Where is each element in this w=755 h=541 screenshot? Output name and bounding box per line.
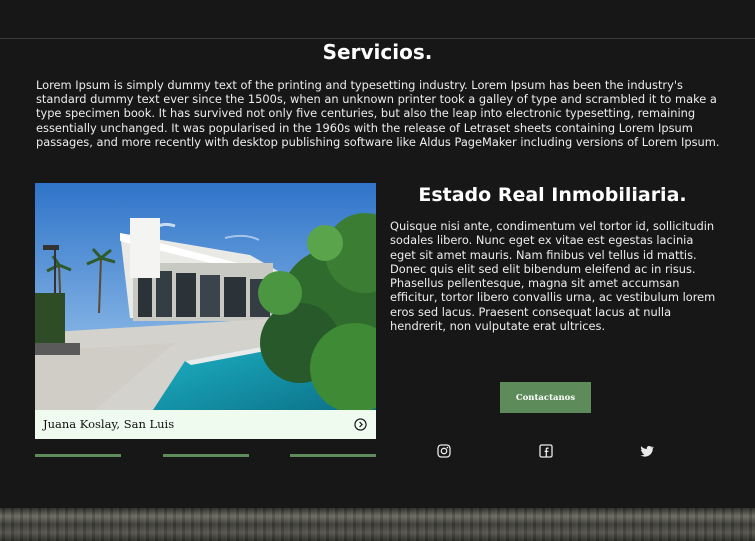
top-divider: [0, 38, 755, 39]
property-location: Juana Koslay, San Luis: [43, 417, 175, 431]
slider-indicator-1[interactable]: [35, 454, 121, 457]
slider-indicator-2[interactable]: [163, 454, 249, 457]
property-card[interactable]: Juana Koslay, San Luis: [35, 183, 376, 439]
facebook-icon[interactable]: [539, 444, 553, 458]
section-title: Servicios.: [322, 40, 433, 64]
about-title: Estado Real Inmobiliaria.: [418, 184, 687, 206]
chevron-right-circle-icon[interactable]: [354, 418, 367, 431]
footer-image-strip: [0, 508, 755, 541]
property-photo: [35, 183, 376, 410]
twitter-icon[interactable]: [640, 444, 654, 458]
instagram-icon[interactable]: [437, 444, 451, 458]
property-caption[interactable]: Juana Koslay, San Luis: [35, 410, 376, 439]
section-intro: Lorem Ipsum is simply dummy text of the …: [36, 78, 720, 149]
slider-indicator-3[interactable]: [290, 454, 376, 457]
about-description: Quisque nisi ante, condimentum vel torto…: [390, 219, 716, 334]
contact-button[interactable]: Contactanos: [500, 382, 591, 413]
